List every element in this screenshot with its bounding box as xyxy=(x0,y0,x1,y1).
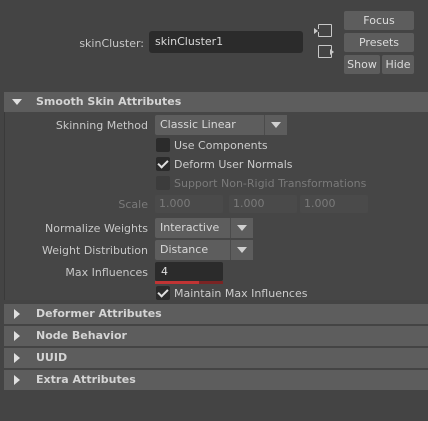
node-type-label: skinCluster: xyxy=(79,37,144,50)
section-node-behavior[interactable]: Node Behavior xyxy=(4,326,428,346)
normalize-weights-label: Normalize Weights xyxy=(45,222,148,235)
collapse-arrow-icon xyxy=(12,99,22,105)
section-title: Deformer Attributes xyxy=(36,307,162,320)
support-non-rigid-label: Support Non-Rigid Transformations xyxy=(174,177,367,190)
normalize-weights-value: Interactive xyxy=(160,221,220,234)
use-components-label: Use Components xyxy=(174,139,268,152)
weight-distribution-label: Weight Distribution xyxy=(42,244,148,257)
focus-button[interactable]: Focus xyxy=(344,11,414,30)
hide-button[interactable]: Hide xyxy=(382,55,414,74)
scale-y-field[interactable]: 1.000 xyxy=(229,195,297,213)
use-components-checkbox[interactable] xyxy=(156,138,170,152)
section-extra-attributes[interactable]: Extra Attributes xyxy=(4,370,428,390)
expand-arrow-icon xyxy=(14,353,20,363)
support-non-rigid-checkbox[interactable] xyxy=(156,176,170,190)
check-icon xyxy=(157,286,169,298)
skinning-method-dropdown[interactable]: Classic Linear xyxy=(155,115,287,135)
section-title: Extra Attributes xyxy=(36,373,136,386)
maintain-max-influences-label: Maintain Max Influences xyxy=(174,287,308,300)
normalize-weights-dropdown[interactable]: Interactive xyxy=(155,218,253,238)
max-influences-slider-fill xyxy=(155,281,199,284)
chevron-down-icon xyxy=(230,240,253,260)
section-title: Node Behavior xyxy=(36,329,127,342)
section-title: UUID xyxy=(36,351,68,364)
max-influences-label: Max Influences xyxy=(65,266,148,279)
expand-arrow-icon xyxy=(14,331,20,341)
chevron-down-icon xyxy=(230,218,253,238)
deform-user-normals-label: Deform User Normals xyxy=(174,158,293,171)
weight-distribution-value: Distance xyxy=(160,243,209,256)
maintain-max-influences-checkbox[interactable] xyxy=(156,286,170,300)
deform-user-normals-checkbox[interactable] xyxy=(156,157,170,171)
output-connections-icon[interactable] xyxy=(318,45,334,58)
check-icon xyxy=(157,157,169,169)
scale-z-field[interactable]: 1.000 xyxy=(300,195,368,213)
section-uuid[interactable]: UUID xyxy=(4,348,428,368)
presets-button[interactable]: Presets xyxy=(344,33,414,52)
max-influences-field[interactable]: 4 xyxy=(155,262,223,281)
expand-arrow-icon xyxy=(14,375,20,385)
skinning-method-value: Classic Linear xyxy=(160,118,236,131)
input-connections-icon[interactable] xyxy=(314,24,332,37)
chevron-down-icon xyxy=(264,115,287,135)
weight-distribution-dropdown[interactable]: Distance xyxy=(155,240,253,260)
node-name-field[interactable]: skinCluster1 xyxy=(149,31,303,53)
section-title: Smooth Skin Attributes xyxy=(36,95,182,108)
section-deformer-attributes[interactable]: Deformer Attributes xyxy=(4,304,428,324)
section-smooth-skin-attributes[interactable]: Smooth Skin Attributes xyxy=(4,92,428,112)
scale-x-field[interactable]: 1.000 xyxy=(155,195,223,213)
skinning-method-label: Skinning Method xyxy=(55,119,148,132)
expand-arrow-icon xyxy=(14,309,20,319)
show-button[interactable]: Show xyxy=(344,55,380,74)
scale-label: Scale xyxy=(118,198,148,211)
